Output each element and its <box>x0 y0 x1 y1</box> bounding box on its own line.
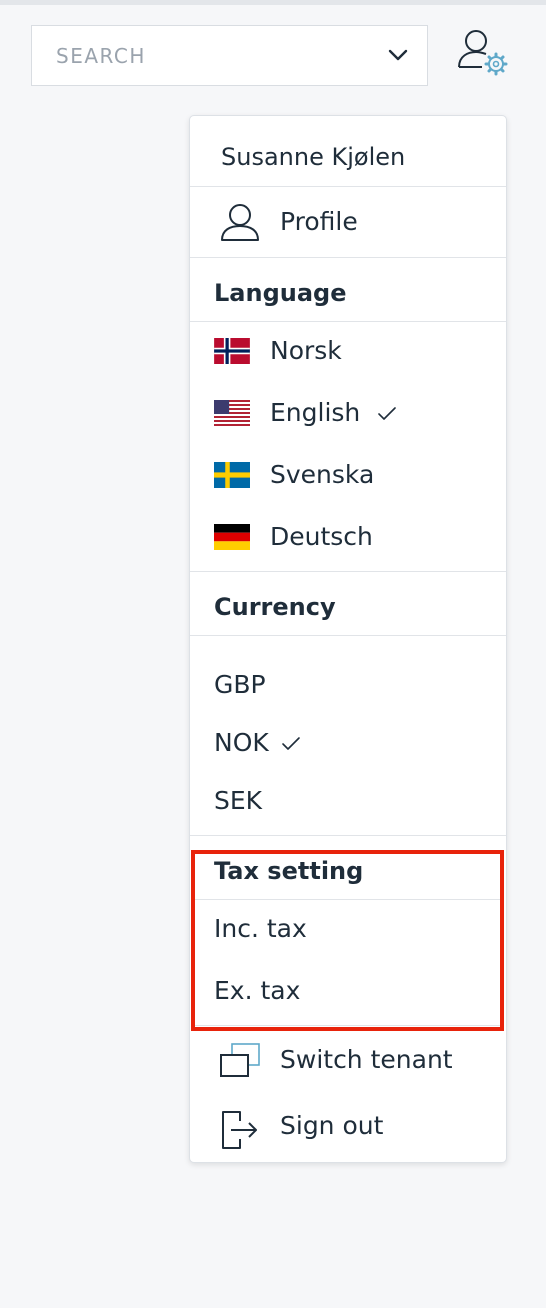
language-option-deutsch[interactable]: Deutsch <box>190 508 506 570</box>
switch-tenant-link[interactable]: Switch tenant <box>190 1028 506 1094</box>
user-settings-icon[interactable] <box>456 27 510 77</box>
currency-option-nok[interactable]: NOK <box>190 714 506 772</box>
sign-out-label: Sign out <box>280 1111 384 1140</box>
tax-option-inc[interactable]: Inc. tax <box>190 900 506 962</box>
chevron-down-icon[interactable] <box>387 46 409 64</box>
tax-label: Inc. tax <box>214 914 307 943</box>
germany-flag-icon <box>214 524 250 550</box>
currency-option-sek[interactable]: SEK <box>190 772 506 830</box>
checkmark-icon <box>282 737 300 750</box>
currency-label: NOK <box>214 728 269 757</box>
language-label: English <box>270 398 361 427</box>
search-input[interactable] <box>32 26 362 85</box>
tax-label: Ex. tax <box>214 976 301 1005</box>
divider <box>190 835 506 836</box>
checkmark-icon <box>378 407 396 420</box>
tax-option-ex[interactable]: Ex. tax <box>190 962 506 1024</box>
language-option-svenska[interactable]: Svenska <box>190 446 506 508</box>
currency-label: SEK <box>214 786 263 815</box>
sign-out-icon <box>222 1111 257 1149</box>
language-header: Language <box>214 279 347 307</box>
search-dropdown[interactable] <box>31 25 428 86</box>
divider <box>190 257 506 258</box>
sweden-flag-icon <box>214 462 250 488</box>
top-border <box>0 0 546 5</box>
language-label: Norsk <box>270 336 342 365</box>
switch-tenant-label: Switch tenant <box>280 1045 453 1074</box>
us-flag-icon <box>214 400 250 426</box>
divider <box>190 635 506 636</box>
language-label: Svenska <box>270 460 375 489</box>
user-menu: Susanne Kjølen Profile Language Norsk En… <box>189 115 507 1163</box>
switch-tenant-icon <box>220 1043 260 1077</box>
divider <box>195 1025 501 1026</box>
norway-flag-icon <box>214 338 250 364</box>
language-option-english[interactable]: English <box>190 384 506 446</box>
profile-link[interactable]: Profile <box>190 187 506 257</box>
user-name: Susanne Kjølen <box>221 143 406 171</box>
currency-header: Currency <box>214 593 336 621</box>
currency-option-gbp[interactable]: GBP <box>190 656 506 714</box>
user-icon <box>221 204 259 241</box>
sign-out-link[interactable]: Sign out <box>190 1094 506 1160</box>
profile-label: Profile <box>280 207 358 236</box>
language-label: Deutsch <box>270 522 373 551</box>
currency-label: GBP <box>214 670 266 699</box>
language-option-norsk[interactable]: Norsk <box>190 322 506 384</box>
tax-setting-header: Tax setting <box>214 857 364 885</box>
divider <box>190 571 506 572</box>
